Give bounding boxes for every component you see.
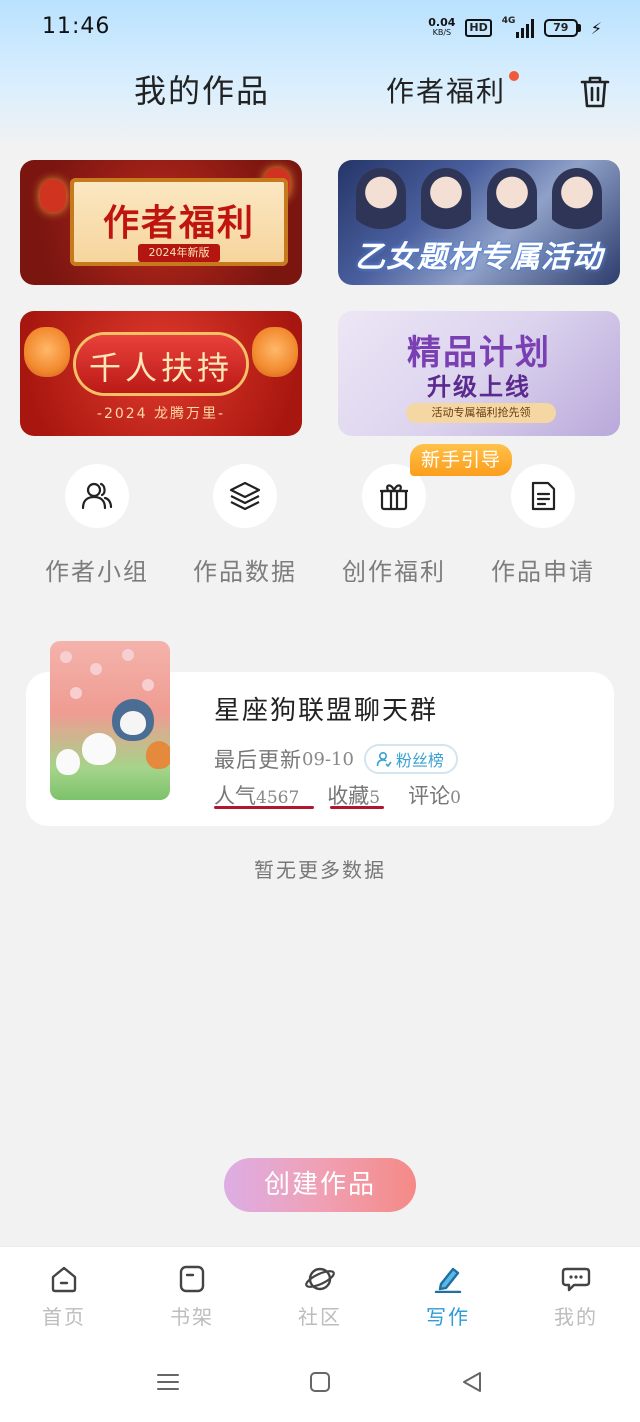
work-title[interactable]: 星座狗联盟聊天群 <box>214 690 438 727</box>
author-welfare-link[interactable]: 作者福利 <box>386 70 506 110</box>
status-icons: 0.04 KB/S HD 4G 79 ⚡ <box>428 14 602 42</box>
menu-icon[interactable] <box>156 1370 180 1398</box>
document-icon <box>511 464 575 528</box>
chat-icon <box>561 1267 591 1292</box>
annotation-underline <box>330 806 384 809</box>
status-bar: 11:46 0.04 KB/S HD 4G 79 ⚡ <box>0 0 640 56</box>
tab-writing[interactable]: 写作 <box>384 1247 512 1347</box>
user-icon <box>376 751 392 767</box>
charging-icon: ⚡ <box>590 18 602 38</box>
work-cover-image[interactable] <box>50 641 170 800</box>
lantern-icon <box>252 327 298 377</box>
banner-otome-event[interactable]: 乙女题材专属活动 <box>338 160 620 285</box>
quick-creation-welfare[interactable]: 创作福利 <box>320 464 468 586</box>
lantern-icon <box>40 180 66 212</box>
tab-home[interactable]: 首页 <box>0 1247 128 1347</box>
quick-work-data[interactable]: 作品数据 <box>171 464 319 586</box>
home-square-icon[interactable] <box>308 1370 332 1398</box>
banner-thousand-support[interactable]: 千人扶持 -2024 龙腾万里- <box>20 311 302 436</box>
system-navigation-bar <box>0 1346 640 1422</box>
home-icon <box>51 1266 77 1293</box>
create-work-button[interactable]: 创建作品 <box>224 1158 416 1212</box>
banner-title-box: 千人扶持 <box>76 335 246 393</box>
last-update-date: 09-10 <box>302 748 354 770</box>
banner-premium-plan[interactable]: 精品计划 升级上线 活动专属福利抢先领 <box>338 311 620 436</box>
fans-ranking-button[interactable]: 粉丝榜 <box>363 744 458 774</box>
annotation-underline <box>214 806 314 809</box>
no-more-data-text: 暂无更多数据 <box>254 858 386 882</box>
layers-icon <box>213 464 277 528</box>
banner-author-welfare[interactable]: 作者福利 2024年新版 <box>20 160 302 285</box>
hd-icon: HD <box>465 19 492 37</box>
tab-community[interactable]: 社区 <box>256 1247 384 1347</box>
tab-bookshelf[interactable]: 书架 <box>128 1247 256 1347</box>
pen-icon <box>434 1267 462 1293</box>
tab-mine[interactable]: 我的 <box>512 1247 640 1347</box>
banner-scroll: 作者福利 2024年新版 <box>70 178 288 266</box>
stat-comments: 评论 0 <box>408 784 461 808</box>
planet-icon <box>305 1267 335 1291</box>
back-icon[interactable] <box>460 1370 484 1398</box>
signal-icon: 4G <box>502 16 534 38</box>
notification-dot <box>509 71 519 81</box>
battery-icon: 79 <box>543 19 581 37</box>
newbie-guide-badge[interactable]: 新手引导 <box>410 444 512 476</box>
lantern-icon <box>24 327 70 377</box>
status-time: 11:46 <box>42 14 111 39</box>
people-icon <box>65 464 129 528</box>
quick-author-group[interactable]: 作者小组 <box>23 464 171 586</box>
network-speed: 0.04 KB/S <box>428 16 456 37</box>
bottom-tab-bar: 首页 书架 社区 写作 我的 <box>0 1246 640 1346</box>
quick-work-application[interactable]: 作品申请 <box>469 464 617 586</box>
bookshelf-icon <box>179 1265 205 1293</box>
page-title: 我的作品 <box>134 72 271 110</box>
trash-icon[interactable] <box>578 74 612 110</box>
work-update-row: 最后更新 09-10 粉丝榜 <box>214 744 458 774</box>
